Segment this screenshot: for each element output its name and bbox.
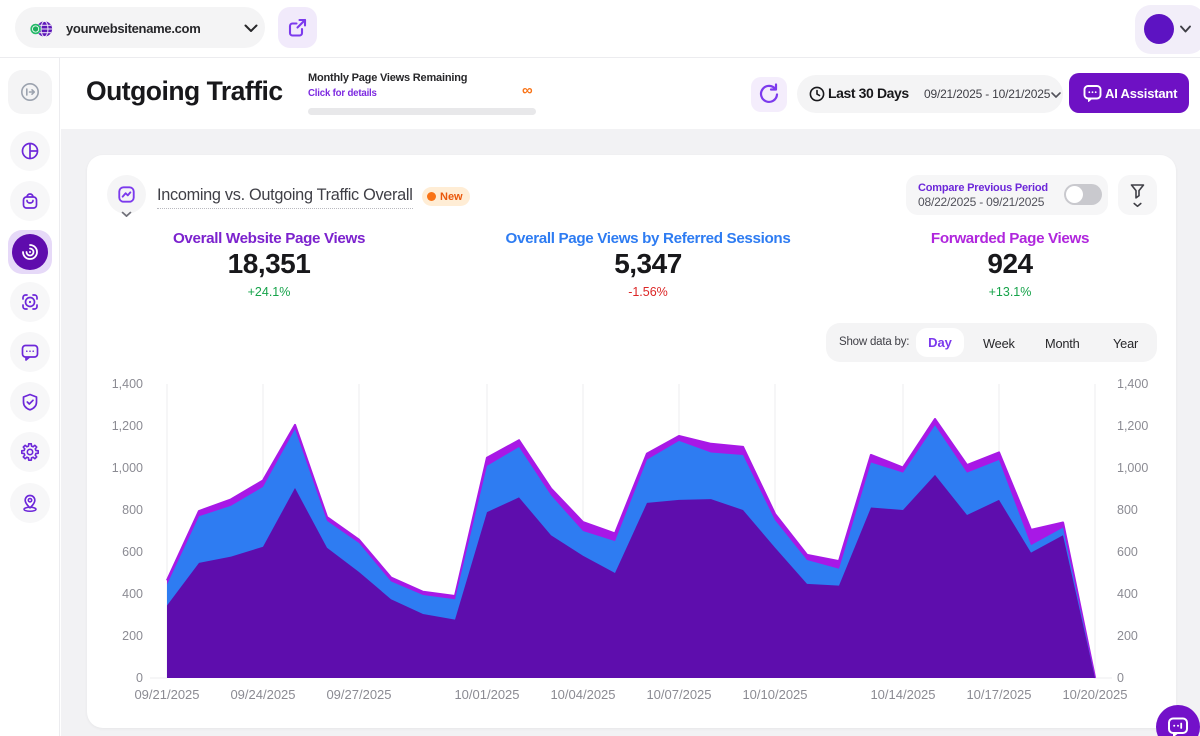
svg-text:0: 0 (1117, 671, 1124, 685)
svg-text:200: 200 (122, 629, 143, 643)
svg-text:1,000: 1,000 (112, 461, 143, 475)
svg-text:10/14/2025: 10/14/2025 (870, 687, 935, 702)
svg-text:800: 800 (122, 503, 143, 517)
svg-text:400: 400 (122, 587, 143, 601)
svg-text:09/24/2025: 09/24/2025 (230, 687, 295, 702)
svg-text:600: 600 (1117, 545, 1138, 559)
svg-text:1,400: 1,400 (1117, 377, 1148, 391)
svg-text:1,200: 1,200 (1117, 419, 1148, 433)
svg-text:1,400: 1,400 (112, 377, 143, 391)
svg-text:1,200: 1,200 (112, 419, 143, 433)
svg-text:09/27/2025: 09/27/2025 (326, 687, 391, 702)
svg-text:200: 200 (1117, 629, 1138, 643)
svg-text:0: 0 (136, 671, 143, 685)
svg-text:10/04/2025: 10/04/2025 (550, 687, 615, 702)
svg-text:10/20/2025: 10/20/2025 (1062, 687, 1127, 702)
svg-text:10/07/2025: 10/07/2025 (646, 687, 711, 702)
svg-text:10/01/2025: 10/01/2025 (454, 687, 519, 702)
svg-text:10/17/2025: 10/17/2025 (966, 687, 1031, 702)
svg-text:1,000: 1,000 (1117, 461, 1148, 475)
svg-text:400: 400 (1117, 587, 1138, 601)
svg-text:600: 600 (122, 545, 143, 559)
svg-text:09/21/2025: 09/21/2025 (134, 687, 199, 702)
svg-text:10/10/2025: 10/10/2025 (742, 687, 807, 702)
svg-text:800: 800 (1117, 503, 1138, 517)
